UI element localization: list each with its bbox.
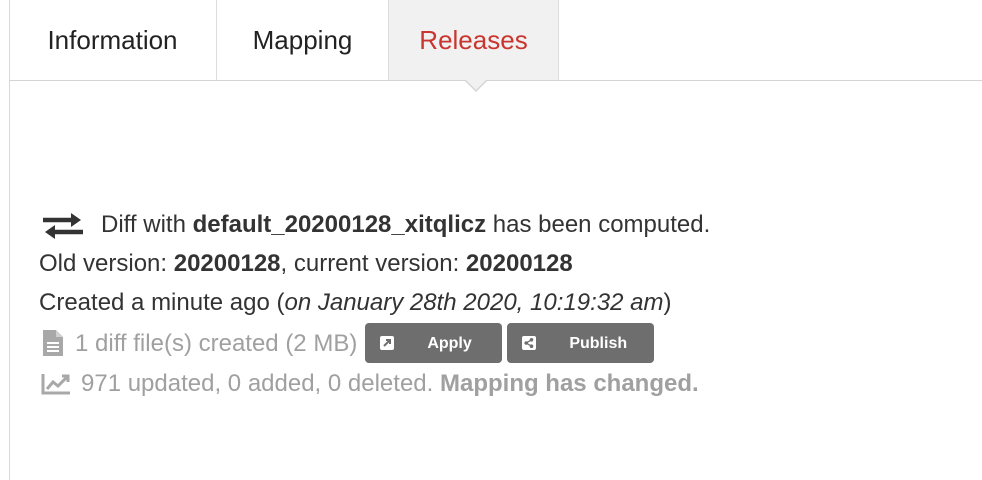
created-close: )	[663, 289, 672, 316]
diff-files-text: 1 diff file(s) created (2 MB)	[75, 329, 358, 357]
chart-line-icon	[41, 373, 71, 395]
publish-button[interactable]: Publish	[507, 323, 655, 363]
active-tab-caret-fill	[465, 79, 487, 90]
external-link-icon	[379, 335, 395, 351]
diff-name: default_20200128_xitqlicz	[192, 211, 487, 238]
tab-bar: Information Mapping Releases	[9, 0, 982, 81]
files-line: 1 diff file(s) created (2 MB) Apply Publ…	[39, 322, 710, 364]
current-version-label: , current version:	[280, 250, 460, 277]
tab-releases[interactable]: Releases	[389, 0, 559, 80]
old-version-value: 20200128	[173, 250, 281, 277]
file-icon	[43, 330, 63, 356]
tab-information[interactable]: Information	[9, 0, 217, 80]
stats-text: 971 updated, 0 added, 0 deleted.	[81, 370, 434, 397]
diff-suffix: has been computed.	[492, 211, 711, 238]
publish-button-label: Publish	[569, 334, 628, 352]
versions-line: Old version: 20200128, current version: …	[39, 244, 710, 283]
diff-prefix: Diff with	[101, 211, 186, 238]
tab-mapping[interactable]: Mapping	[217, 0, 389, 80]
mapping-changed-warning: Mapping has changed.	[439, 370, 699, 397]
share-icon	[521, 335, 537, 351]
exchange-arrows-icon	[41, 211, 85, 239]
created-absolute: on January 28th 2020, 10:19:32 am	[284, 289, 664, 316]
created-line: Created a minute ago (on January 28th 20…	[39, 283, 710, 322]
release-diff-summary: Diff with default_20200128_xitqlicz has …	[39, 205, 710, 403]
current-version-value: 20200128	[465, 250, 573, 277]
stats-line: 971 updated, 0 added, 0 deleted. Mapping…	[39, 364, 710, 403]
created-relative: Created a minute ago (	[39, 289, 285, 316]
apply-button-label: Apply	[427, 334, 472, 352]
diff-line: Diff with default_20200128_xitqlicz has …	[39, 205, 710, 244]
apply-button[interactable]: Apply	[365, 323, 503, 363]
old-version-label: Old version:	[39, 250, 168, 277]
